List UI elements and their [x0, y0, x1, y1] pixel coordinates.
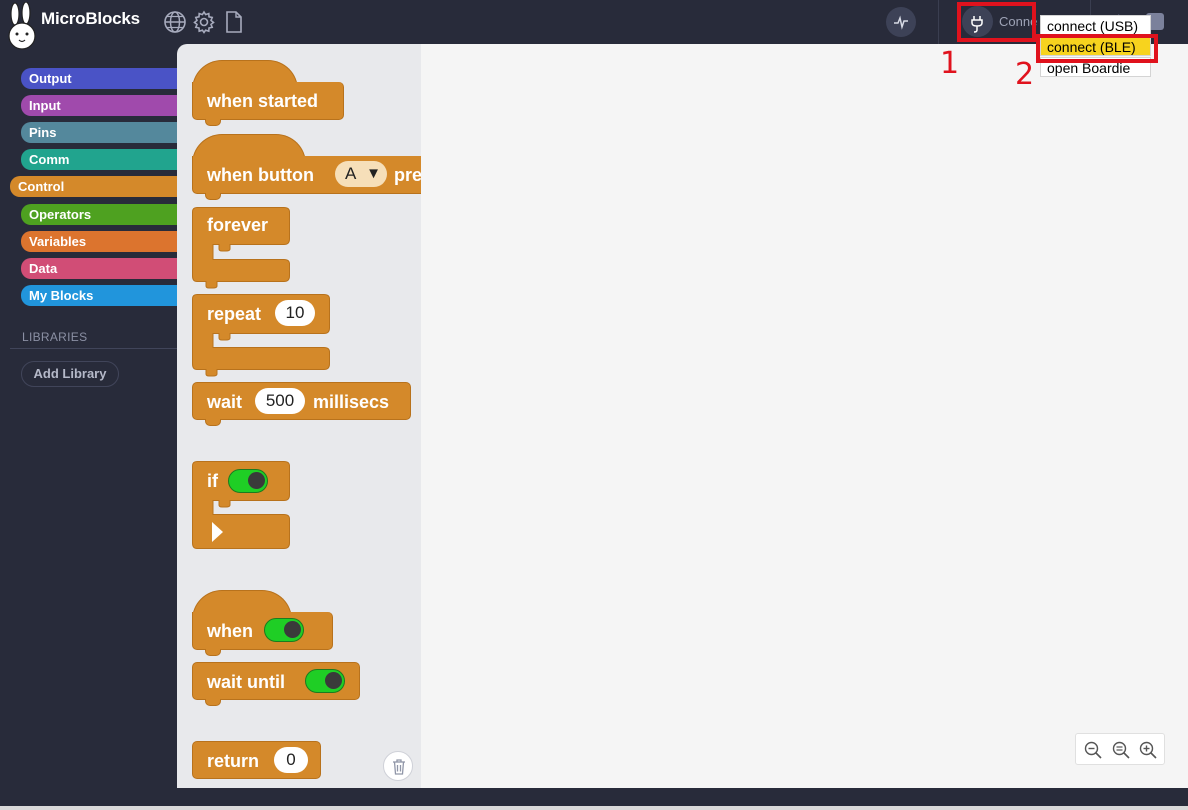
dropdown-arrow-icon: ▼ [366, 165, 381, 182]
block-body: when [192, 612, 333, 650]
libraries-heading: LIBRARIES [22, 330, 88, 344]
category-label: Input [29, 98, 61, 113]
block-label: wait [207, 392, 243, 412]
wait-value-input[interactable]: 500 [255, 388, 305, 414]
category-comm[interactable]: Comm [21, 149, 177, 170]
annotation-number-1: 1 [940, 46, 960, 81]
block-notch [205, 119, 221, 126]
category-label: My Blocks [29, 288, 94, 303]
category-label: Output [29, 71, 72, 86]
block-notch [205, 419, 221, 426]
return-value-input[interactable]: 0 [274, 747, 308, 773]
annotation-number-2: 2 [1015, 57, 1035, 92]
zoom-out-icon[interactable] [1084, 741, 1102, 759]
block-label: pre [394, 165, 421, 185]
category-data[interactable]: Data [21, 258, 177, 279]
trash-button[interactable] [383, 751, 413, 781]
block-label: when [207, 621, 254, 641]
zoom-in-icon[interactable] [1139, 741, 1157, 759]
microblocks-logo-icon [8, 2, 36, 50]
annotation-box-1 [957, 2, 1036, 42]
block-label: return [207, 751, 260, 771]
category-input[interactable]: Input [21, 95, 177, 116]
category-label: Comm [29, 152, 70, 167]
category-label: Control [18, 179, 65, 194]
category-pins[interactable]: Pins [21, 122, 177, 143]
block-body: when started [192, 82, 344, 120]
repeat-count-input[interactable]: 10 [275, 300, 315, 326]
globe-icon[interactable] [163, 10, 187, 34]
zoom-reset-icon[interactable] [1112, 741, 1130, 759]
block-label: when button [207, 165, 314, 185]
category-variables[interactable]: Variables [21, 231, 177, 252]
bottom-strip [0, 806, 1188, 810]
if-condition-toggle[interactable] [228, 469, 268, 493]
block-body: wait until [192, 662, 360, 700]
block-label: forever [207, 215, 269, 235]
block-notch [205, 193, 221, 200]
category-label: Variables [29, 234, 87, 249]
scripting-area[interactable] [421, 44, 1188, 788]
file-icon[interactable] [222, 10, 246, 34]
category-label: Pins [29, 125, 57, 140]
category-operators[interactable]: Operators [21, 204, 177, 225]
block-label: repeat [207, 304, 262, 324]
block-body: return 0 [192, 741, 321, 779]
block-notch [205, 699, 221, 706]
block-label: when started [207, 91, 319, 111]
category-output[interactable]: Output [21, 68, 177, 89]
trash-icon [393, 759, 405, 775]
block-palette: when started when button A ▼ pre forever… [177, 44, 421, 788]
gear-icon[interactable] [192, 10, 216, 34]
add-library-button[interactable]: Add Library [21, 361, 119, 387]
when-condition-toggle[interactable] [264, 618, 304, 642]
category-sidebar: Output Input Pins Comm Control Operators… [0, 44, 177, 788]
block-label: millisecs [313, 392, 390, 412]
button-dropdown[interactable]: A ▼ [335, 161, 387, 187]
toolbar-divider [938, 0, 939, 44]
graph-button[interactable] [886, 7, 916, 37]
annotation-box-2 [1036, 34, 1158, 63]
dropdown-value: A [345, 164, 357, 183]
block-body: when button A ▼ pre [192, 156, 421, 194]
pulse-icon [894, 15, 908, 30]
block-label: wait until [207, 672, 285, 692]
block-body: wait 500 millisecs [192, 382, 411, 420]
category-label: Operators [29, 207, 92, 222]
category-my-blocks[interactable]: My Blocks [21, 285, 177, 306]
zoom-controls [1075, 733, 1165, 765]
block-notch [205, 649, 221, 656]
libraries-divider [10, 348, 177, 349]
block-label: if [207, 471, 218, 491]
category-label: Data [29, 261, 58, 276]
app-title: MicroBlocks [41, 9, 140, 28]
wait-until-toggle[interactable] [305, 669, 345, 693]
menu-item-connect-usb[interactable]: connect (USB) [1040, 15, 1151, 35]
category-control[interactable]: Control [10, 176, 177, 197]
